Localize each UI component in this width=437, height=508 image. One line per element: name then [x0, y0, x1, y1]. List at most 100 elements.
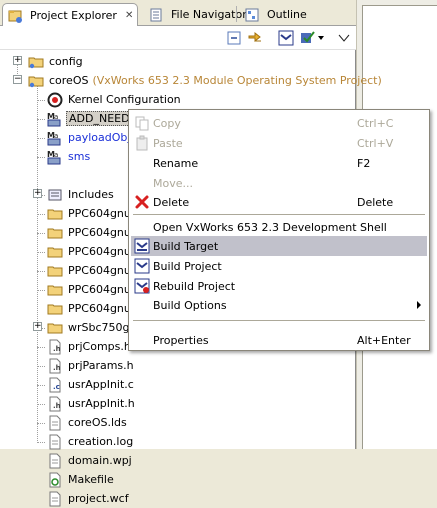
tree-line	[42, 328, 45, 329]
menu-item-label: Delete	[153, 195, 190, 209]
menu-item-properties[interactable]: Properties Alt+Enter	[131, 330, 427, 350]
folder-icon	[47, 225, 63, 241]
menu-item-build-options[interactable]: Build Options	[131, 295, 427, 315]
outline-icon	[244, 7, 260, 23]
includes-icon	[47, 187, 63, 203]
tree-item-file[interactable]: domain.wpj	[47, 451, 134, 470]
expand-toggle[interactable]: +	[33, 322, 42, 331]
tree-item-label: domain.wpj	[68, 454, 132, 467]
build-target-icon	[134, 238, 150, 254]
project-type-label: (VxWorks 653 2.3 Module Operating System…	[92, 74, 382, 87]
kernel-config-icon	[47, 92, 63, 108]
tree-item-config[interactable]: config	[28, 52, 85, 71]
tree-item-label: project.wcf	[68, 492, 129, 505]
tree-line	[37, 404, 45, 405]
menu-separator	[133, 214, 425, 215]
view-tab-bar: Project Explorer ✕ File Navigator Outlin…	[0, 0, 356, 27]
menu-item-paste[interactable]: Paste Ctrl+V	[131, 133, 427, 153]
menu-item-shortcut: F2	[357, 156, 371, 170]
file-icon	[47, 453, 63, 469]
tree-item-file[interactable]: .h usrAppInit.h	[47, 394, 137, 413]
view-menu-icon[interactable]	[336, 30, 352, 46]
project-explorer-icon	[7, 8, 23, 24]
menu-item-label: Paste	[153, 136, 183, 150]
tree-item-label: coreOS.lds	[68, 416, 127, 429]
tree-line	[37, 347, 45, 348]
build-options-toolbar-icon[interactable]	[300, 30, 316, 46]
build-target-icon: Ma	[47, 149, 63, 165]
tree-item-wrsbc750gx[interactable]: wrSbc750gx	[47, 318, 138, 337]
menu-item-rebuild-project[interactable]: Rebuild Project	[131, 276, 427, 296]
tree-item-kernel-configuration[interactable]: Kernel Configuration	[47, 90, 183, 109]
tree-line	[37, 423, 45, 424]
menu-item-rename[interactable]: Rename F2	[131, 153, 427, 173]
tab-separator	[236, 6, 237, 22]
menu-item-shortcut: Alt+Enter	[357, 333, 411, 347]
tree-item-file[interactable]: creation.log	[47, 432, 135, 451]
tree-item-file[interactable]: coreOS.lds	[47, 413, 129, 432]
tree-line	[37, 138, 45, 139]
paste-icon	[134, 135, 150, 151]
menu-item-delete[interactable]: Delete Delete	[131, 192, 427, 212]
menu-item-build-project[interactable]: Build Project	[131, 256, 427, 276]
menu-item-move[interactable]: Move...	[131, 173, 427, 193]
tree-line	[37, 366, 45, 367]
folder-icon	[47, 282, 63, 298]
tree-item-payloadobjs[interactable]: Ma payloadObjs	[47, 128, 138, 147]
tree-line	[37, 157, 45, 158]
chevron-down-icon[interactable]	[316, 30, 326, 46]
tree-item-file[interactable]: .c usrAppInit.c	[47, 375, 136, 394]
tree-line	[37, 290, 45, 291]
tab-file-navigator[interactable]: File Navigator	[144, 3, 251, 26]
tree-item-label: prjComps.h	[68, 340, 131, 353]
makefile-icon	[47, 472, 63, 488]
menu-item-copy[interactable]: Copy Ctrl+C	[131, 113, 427, 133]
folder-icon	[47, 263, 63, 279]
folder-icon	[47, 244, 63, 260]
folder-icon	[47, 206, 63, 222]
build-toolbar-icon[interactable]	[278, 30, 294, 46]
folder-icon	[47, 320, 63, 336]
collapse-toggle[interactable]: −	[13, 75, 22, 84]
tree-item-label: config	[49, 55, 83, 68]
delete-icon	[134, 194, 150, 210]
svg-text:.h: .h	[53, 345, 61, 353]
header-file-icon: .h	[47, 396, 63, 412]
tree-item-includes[interactable]: Includes	[47, 185, 116, 204]
folder-project-icon	[28, 73, 44, 89]
menu-item-label: Open VxWorks 653 2.3 Development Shell	[153, 220, 387, 234]
expand-toggle[interactable]: +	[33, 189, 42, 198]
copy-icon	[134, 115, 150, 131]
close-icon[interactable]: ✕	[125, 10, 133, 21]
tree-item-file[interactable]: .h prjComps.h	[47, 337, 133, 356]
header-file-icon: .h	[47, 339, 63, 355]
menu-item-open-shell[interactable]: Open VxWorks 653 2.3 Development Shell	[131, 217, 427, 237]
menu-item-label: Build Project	[153, 259, 222, 273]
tree-item-label: creation.log	[68, 435, 134, 448]
menu-item-build-target[interactable]: Build Target	[131, 236, 427, 256]
menu-item-label: Rebuild Project	[153, 279, 236, 293]
expand-toggle[interactable]: +	[13, 56, 22, 65]
tree-item-file[interactable]: .h prjParams.h	[47, 356, 136, 375]
menu-item-label: Properties	[153, 333, 209, 347]
tab-outline[interactable]: Outline	[240, 3, 311, 26]
build-project-icon	[134, 258, 150, 274]
tree-item-file[interactable]: project.wcf	[47, 489, 131, 508]
collapse-all-icon[interactable]	[226, 30, 242, 46]
tree-item-coreos[interactable]: coreOS (VxWorks 653 2.3 Module Operating…	[28, 71, 382, 90]
tree-line	[37, 442, 45, 443]
tree-item-sms[interactable]: Ma sms	[47, 147, 92, 166]
menu-item-shortcut: Ctrl+V	[357, 136, 394, 150]
tree-item-label: Makefile	[68, 473, 114, 486]
link-with-editor-icon[interactable]	[247, 30, 263, 46]
tab-project-explorer[interactable]: Project Explorer ✕	[2, 3, 139, 27]
menu-separator	[133, 320, 425, 321]
tree-item-label: prjParams.h	[68, 359, 134, 372]
tree-line	[37, 233, 45, 234]
file-navigator-icon	[148, 7, 164, 23]
svg-text:.h: .h	[53, 402, 61, 410]
tree-item-label: Kernel Configuration	[68, 93, 181, 106]
tree-item-file[interactable]: Makefile	[47, 470, 116, 489]
tree-line	[37, 100, 45, 101]
file-icon	[47, 491, 63, 507]
